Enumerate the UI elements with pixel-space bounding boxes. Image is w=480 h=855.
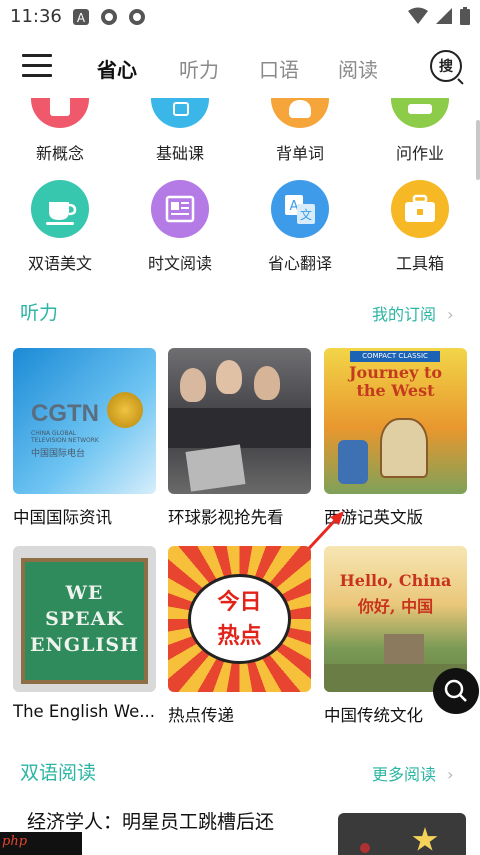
program-card-journey-west[interactable]: COMPACT CLASSIC Journey to the West 西游记英…	[324, 348, 467, 528]
cgtn-chinese: 中国国际电台	[31, 449, 86, 459]
battery-icon	[460, 7, 470, 25]
status-time: 11:36	[10, 6, 62, 27]
tab-speaking[interactable]: 口语	[259, 54, 299, 83]
signal-icon	[436, 8, 452, 24]
program-card-cgtn[interactable]: CGTN CHINA GLOBAL TELEVISION NETWORK 中国国…	[13, 348, 156, 528]
tab-reading[interactable]: 阅读	[338, 54, 378, 83]
scrollbar[interactable]	[476, 120, 480, 180]
top-nav: 省心 听力 口语 阅读 搜	[0, 34, 480, 98]
my-subscriptions-link[interactable]: 我的订阅 ›	[372, 301, 454, 325]
alphabet-icon	[151, 98, 209, 128]
cgtn-text: CGTN	[31, 400, 99, 427]
grid-label: 新概念	[35, 144, 84, 163]
grid-label: 背单词	[275, 144, 324, 163]
culture-text: Hello, China 你好, 中国	[339, 571, 452, 616]
movie-poster	[168, 348, 311, 494]
php-text: php	[2, 834, 28, 849]
php-badge: php	[0, 832, 82, 855]
search-icon	[444, 679, 467, 702]
program-card-movies[interactable]: 环球影视抢先看	[168, 348, 311, 528]
grid-label: 基础课	[155, 144, 204, 163]
search-fab[interactable]	[433, 668, 479, 714]
chevron-right-icon: ›	[447, 765, 454, 784]
grid-label: 时文阅读	[147, 254, 212, 273]
grid-item-bilingual-essays[interactable]: 双语美文	[5, 180, 115, 274]
newspaper-icon	[151, 180, 209, 238]
search-button[interactable]: 搜	[430, 50, 464, 85]
svg-text:文: 文	[300, 207, 312, 222]
card-title: The English We...	[13, 702, 155, 721]
cover-title: Journey to the West	[348, 363, 443, 400]
coffee-cup-icon	[31, 180, 89, 238]
grid-label: 省心翻译	[267, 254, 332, 273]
grid-label: 双语美文	[27, 254, 92, 273]
hot-news: 今日 热点	[168, 546, 311, 692]
app-icon	[101, 9, 117, 25]
main-content[interactable]: 新概念 基础课 背单词 问作业 双语美文 时文阅读 A 文 省心翻译 工具箱 听…	[0, 98, 480, 855]
more-reading-link[interactable]: 更多阅读 ›	[372, 761, 454, 785]
grid-item-current-reading[interactable]: 时文阅读	[125, 180, 235, 274]
search-icon	[457, 78, 464, 85]
cgtn-subtitle: CHINA GLOBAL TELEVISION NETWORK	[31, 430, 99, 444]
status-bar: 11:36 A	[0, 0, 480, 34]
more-label: 我的订阅	[372, 305, 437, 324]
cover-badge: COMPACT CLASSIC	[350, 351, 440, 362]
section-title-listening: 听力	[20, 302, 59, 324]
wifi-icon	[408, 7, 428, 24]
program-card-hot-news[interactable]: 今日 热点 热点传递	[168, 546, 311, 726]
chevron-right-icon: ›	[447, 305, 454, 324]
globe-icon	[107, 392, 143, 428]
book-icon	[31, 98, 89, 128]
article-thumbnail[interactable]	[338, 813, 466, 855]
section-title-bilingual: 双语阅读	[20, 762, 97, 784]
card-title: 热点传递	[168, 706, 234, 725]
hot-news-text: 今日 热点	[217, 590, 262, 649]
chalkboard: WE SPEAK ENGLISH	[13, 546, 156, 692]
grid-item-new-concept[interactable]: 新概念	[5, 98, 115, 164]
translate-icon: A 文	[271, 180, 329, 238]
grid-item-translate[interactable]: A 文 省心翻译	[245, 180, 355, 274]
grid-label: 工具箱	[395, 254, 444, 273]
cgtn-logo: CGTN CHINA GLOBAL TELEVISION NETWORK 中国国…	[13, 348, 156, 494]
tab-shengxin[interactable]: 省心	[97, 54, 137, 83]
grid-item-vocabulary[interactable]: 背单词	[245, 98, 355, 164]
grid-item-basic-course[interactable]: 基础课	[125, 98, 235, 164]
homework-icon	[391, 98, 449, 128]
svg-text:A: A	[77, 11, 86, 25]
app-icon	[129, 9, 145, 25]
program-card-we-speak-english[interactable]: WE SPEAK ENGLISH The English We...	[13, 546, 156, 721]
journey-to-the-west-cover: COMPACT CLASSIC Journey to the West	[324, 348, 467, 494]
card-title: 中国国际资讯	[13, 508, 112, 527]
grid-item-toolbox[interactable]: 工具箱	[365, 180, 475, 274]
tab-listening[interactable]: 听力	[179, 54, 219, 83]
search-label: 搜	[439, 59, 453, 75]
text-a-icon: A	[73, 9, 89, 25]
grid-item-homework[interactable]: 问作业	[365, 98, 475, 164]
brain-icon	[271, 98, 329, 128]
grid-label: 问作业	[395, 144, 444, 163]
more-label: 更多阅读	[372, 765, 437, 784]
menu-button[interactable]	[22, 54, 52, 78]
toolbox-icon	[391, 180, 449, 238]
chalkboard-text: WE SPEAK ENGLISH	[30, 582, 139, 656]
